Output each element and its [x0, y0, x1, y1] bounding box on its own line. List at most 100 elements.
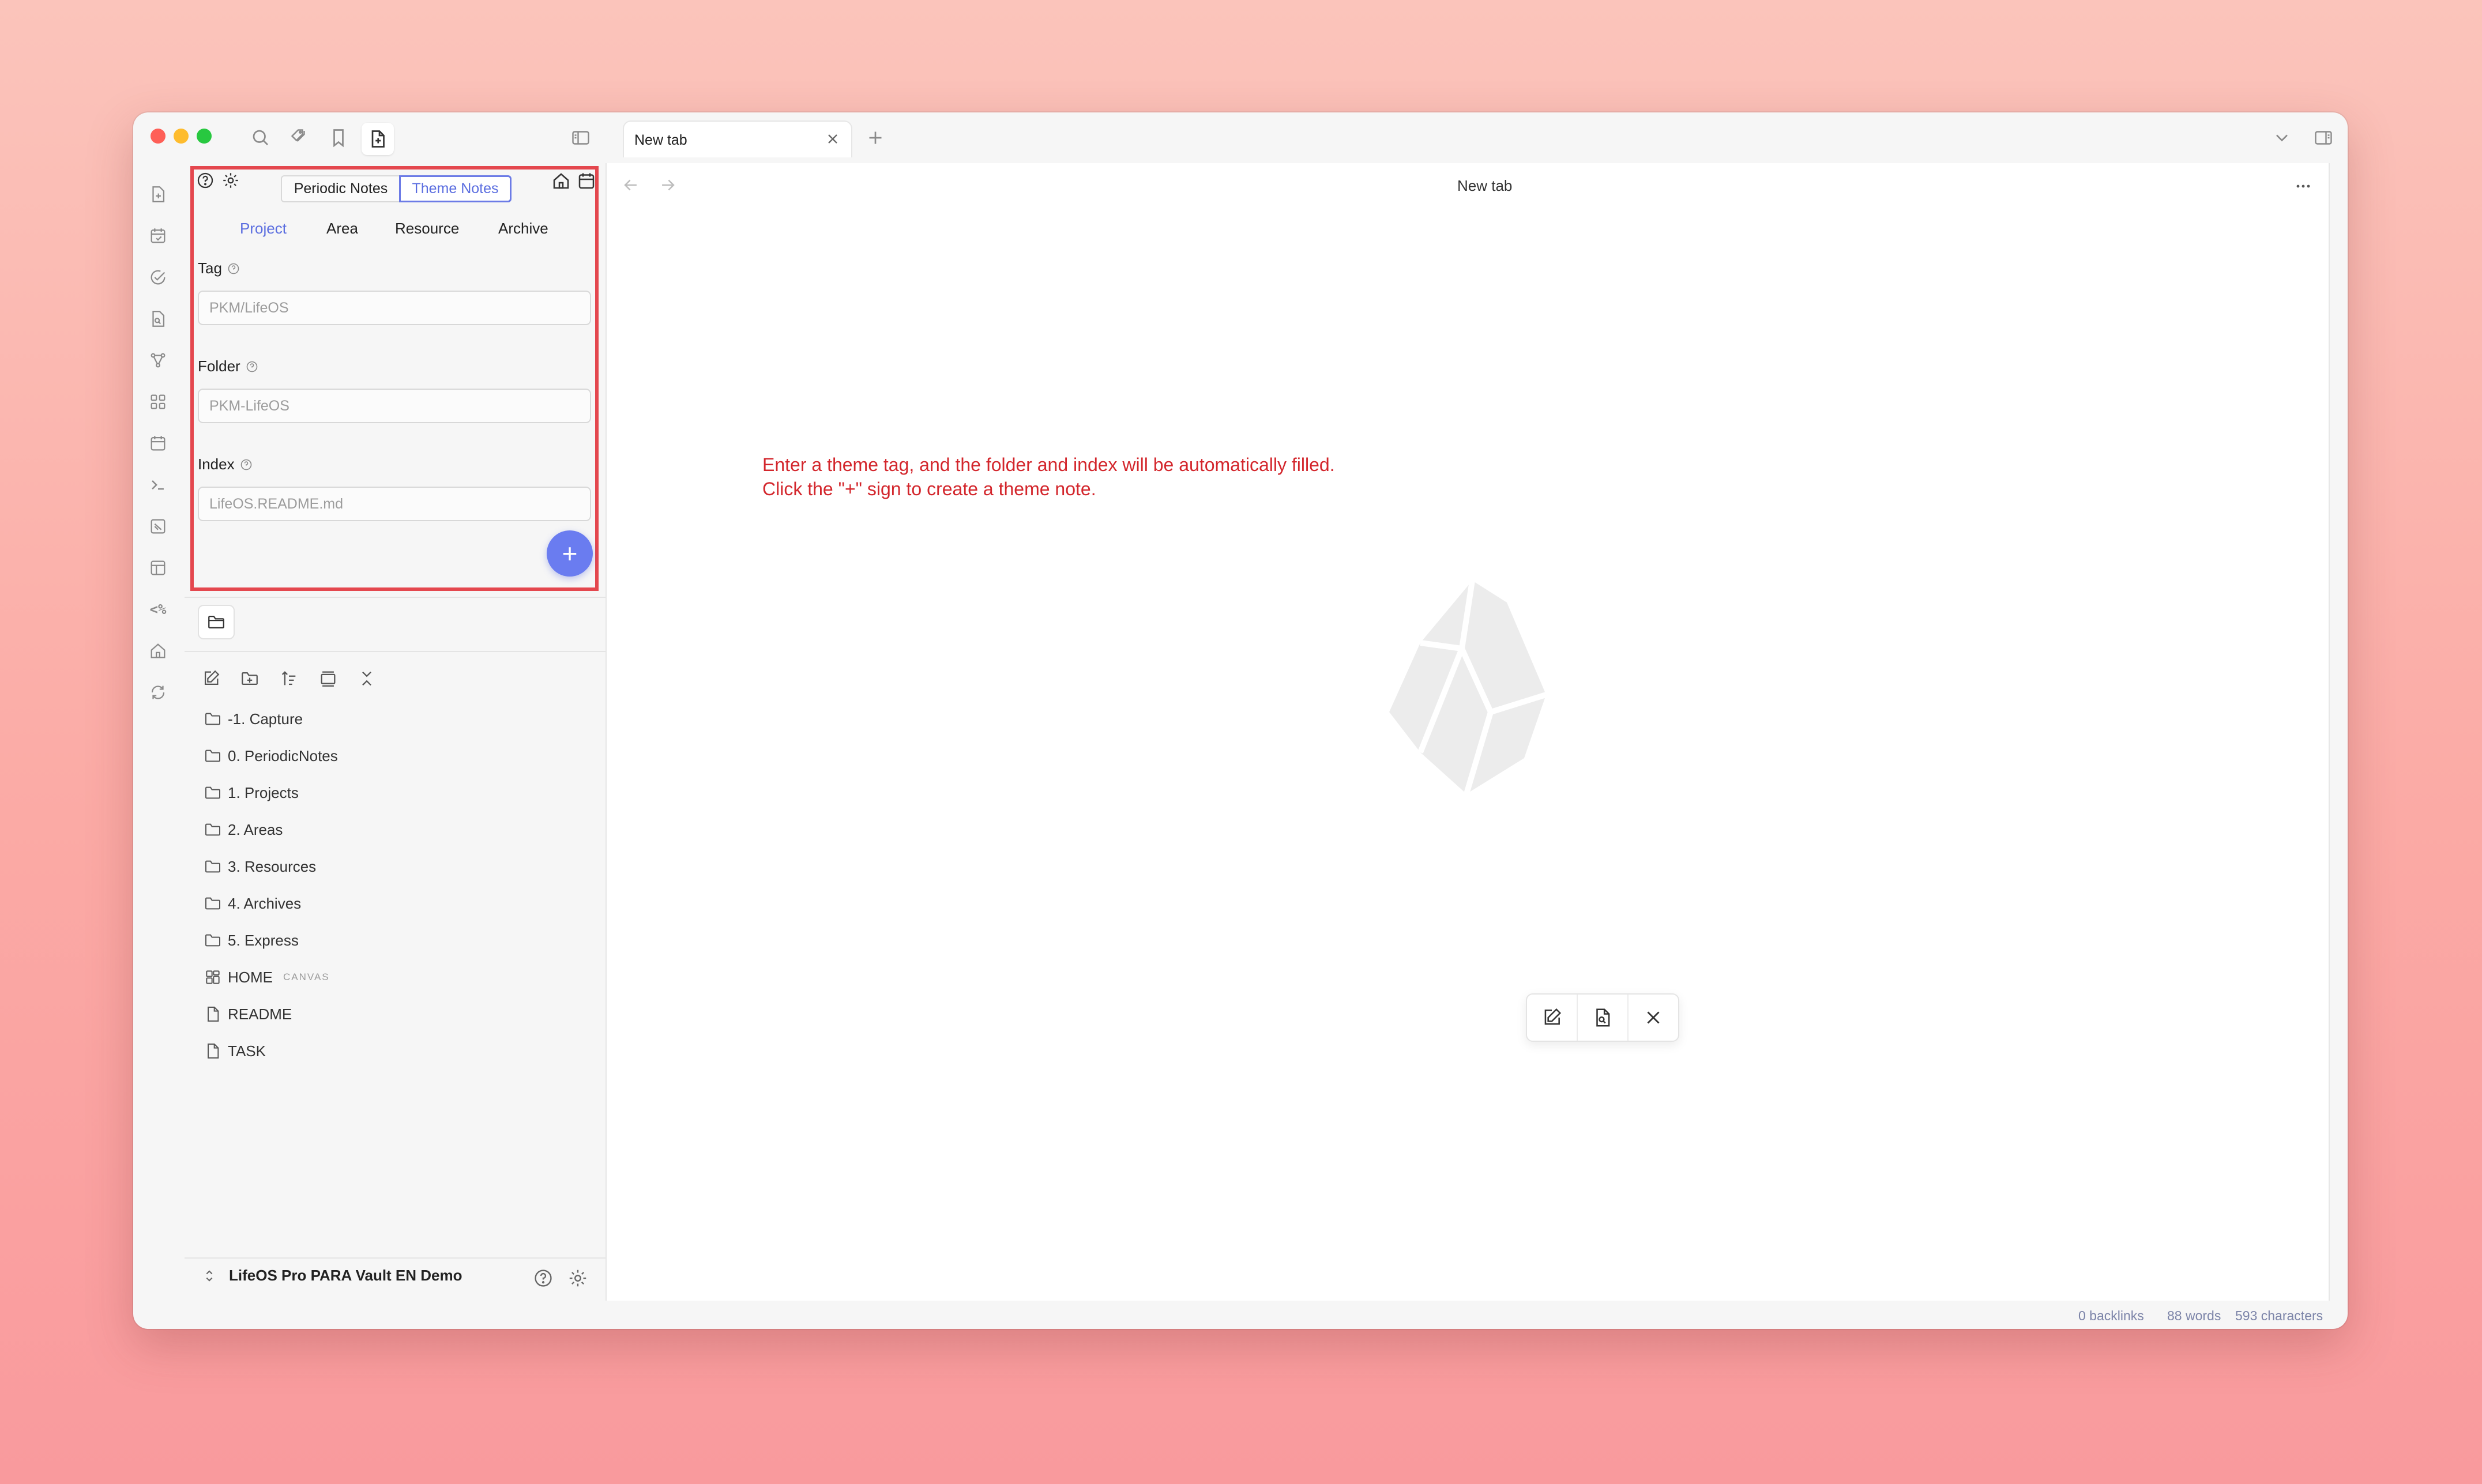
plus-symbol: +	[562, 538, 578, 568]
create-note-button[interactable]	[1527, 995, 1578, 1041]
check-circle-icon[interactable]	[146, 265, 170, 289]
folder-label: Folder	[198, 357, 240, 375]
tab-resource[interactable]: Resource	[395, 220, 459, 238]
calendar-icon[interactable]	[576, 171, 597, 191]
bookmark-icon[interactable]	[326, 125, 351, 150]
tree-item-label: 1. Projects	[228, 784, 299, 801]
close-window-button[interactable]	[151, 129, 166, 144]
tab-area[interactable]: Area	[326, 220, 358, 238]
tree-item-label: 4. Archives	[228, 894, 302, 912]
folder-icon	[205, 749, 220, 762]
tree-folder-express[interactable]: 5. Express	[204, 929, 299, 952]
back-arrow-icon[interactable]	[621, 175, 641, 195]
folder-icon	[205, 823, 220, 836]
index-input[interactable]: LifeOS.README.md	[198, 487, 591, 521]
open-file-button[interactable]	[1578, 995, 1629, 1041]
tree-item-label: 3. Resources	[228, 857, 317, 875]
templater-icon[interactable]: <%	[146, 597, 170, 622]
new-folder-action[interactable]	[237, 666, 262, 691]
new-tab-plus-icon[interactable]	[863, 125, 888, 150]
divider	[185, 597, 606, 598]
templater-text: <%	[149, 601, 167, 617]
home-icon[interactable]	[146, 639, 170, 663]
folder-icon	[205, 897, 220, 910]
edit-icon	[1544, 1008, 1562, 1025]
folder-icon	[208, 615, 224, 629]
minimize-window-button[interactable]	[174, 129, 189, 144]
create-theme-note-button[interactable]: +	[547, 530, 593, 577]
close-icon	[1647, 1011, 1660, 1024]
new-note-action[interactable]	[198, 666, 224, 691]
empty-tab-actions	[1526, 993, 1679, 1042]
home-icon[interactable]	[551, 171, 571, 191]
tree-folder-projects[interactable]: 1. Projects	[204, 781, 299, 804]
chevron-down-icon[interactable]	[2269, 125, 2295, 150]
file-icon	[208, 1007, 219, 1022]
tab-new-tab[interactable]: New tab	[623, 120, 852, 157]
blocks-icon[interactable]	[146, 390, 170, 414]
collapse-icon	[362, 671, 371, 686]
backlinks-count[interactable]: 0 backlinks	[2078, 1308, 2144, 1324]
tree-file-task[interactable]: TASK	[204, 1039, 266, 1063]
folder-plus-icon	[242, 672, 258, 685]
tree-item-label: HOME	[228, 968, 273, 986]
calendar-icon[interactable]	[146, 431, 170, 455]
table-icon[interactable]	[146, 556, 170, 580]
edit-icon	[204, 670, 220, 685]
periodic-notes-toggle[interactable]: Periodic Notes	[281, 175, 400, 202]
tree-folder-areas[interactable]: 2. Areas	[204, 818, 283, 841]
tab-archive[interactable]: Archive	[498, 220, 548, 238]
settings-icon[interactable]	[221, 171, 240, 190]
forward-arrow-icon[interactable]	[658, 175, 678, 195]
tree-folder-periodicnotes[interactable]: 0. PeriodicNotes	[204, 744, 338, 767]
search-icon[interactable]	[248, 125, 273, 150]
folder-icon	[205, 713, 220, 725]
tree-file-readme[interactable]: README	[204, 1003, 292, 1026]
collapse-all-action[interactable]	[354, 666, 379, 691]
canvas-icon[interactable]	[146, 514, 170, 538]
folder-input[interactable]: PKM-LifeOS	[198, 389, 591, 423]
help-icon[interactable]	[532, 1267, 554, 1289]
sync-icon[interactable]	[146, 680, 170, 705]
help-icon[interactable]	[195, 171, 215, 190]
auto-reveal-action[interactable]	[315, 666, 341, 691]
help-icon[interactable]	[245, 360, 259, 374]
tree-canvas-home[interactable]: HOME CANVAS	[204, 966, 330, 989]
tag-label: Tag	[198, 259, 222, 277]
tree-item-label: README	[228, 1005, 292, 1023]
more-options-icon[interactable]	[2293, 176, 2314, 197]
tree-folder-capture[interactable]: -1. Capture	[204, 707, 303, 730]
zoom-window-button[interactable]	[197, 129, 212, 144]
sort-action[interactable]	[276, 666, 302, 691]
tree-folder-resources[interactable]: 3. Resources	[204, 855, 316, 878]
tree-item-label: 5. Express	[228, 931, 299, 949]
help-icon[interactable]	[239, 458, 253, 472]
file-search-icon	[1596, 1008, 1610, 1027]
tree-folder-archives[interactable]: 4. Archives	[204, 892, 301, 915]
sidebar-toggle-icon[interactable]	[568, 125, 593, 150]
tab-project[interactable]: Project	[240, 220, 287, 238]
file-icon	[208, 1044, 219, 1059]
chevron-up-down-icon	[206, 1270, 213, 1282]
settings-icon[interactable]	[567, 1267, 589, 1289]
terminal-icon[interactable]	[146, 473, 170, 497]
view-title: New tab	[1457, 177, 1513, 194]
vault-switcher[interactable]: LifeOS Pro PARA Vault EN Demo	[201, 1267, 462, 1285]
divider	[185, 1257, 606, 1259]
right-sidebar-icon[interactable]	[2311, 125, 2336, 150]
theme-notes-toggle[interactable]: Theme Notes	[399, 175, 512, 202]
new-note-icon[interactable]	[362, 123, 394, 155]
calendar-check-icon[interactable]	[146, 224, 170, 248]
file-search-icon[interactable]	[146, 307, 170, 331]
graph-icon[interactable]	[146, 348, 170, 372]
new-note-icon[interactable]	[146, 182, 170, 206]
reveal-icon	[321, 671, 336, 687]
character-count: 593 characters	[2235, 1308, 2323, 1323]
file-explorer-tab[interactable]	[198, 605, 235, 639]
tags-icon[interactable]	[287, 125, 313, 150]
help-icon[interactable]	[227, 262, 240, 276]
tag-input[interactable]: PKM/LifeOS	[198, 291, 591, 325]
close-tab-button[interactable]	[1629, 995, 1678, 1041]
canvas-icon	[206, 970, 220, 984]
close-icon[interactable]	[825, 131, 841, 147]
